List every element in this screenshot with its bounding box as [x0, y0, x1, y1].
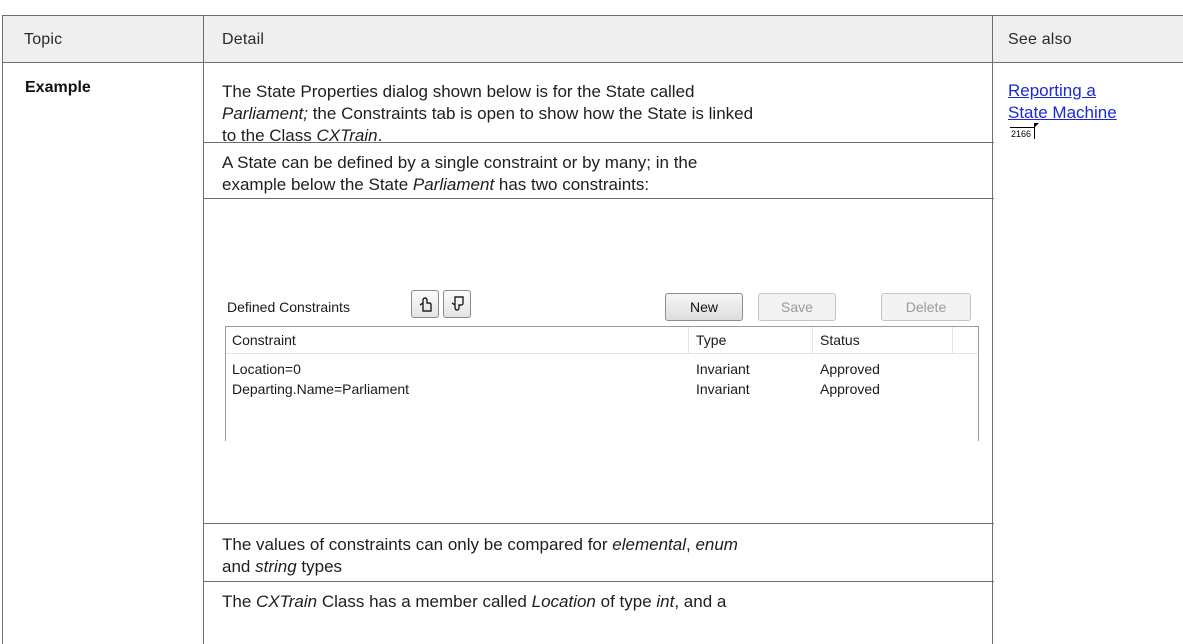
paragraph-separator — [204, 142, 994, 143]
constraints-list[interactable]: Constraint Type Status Location=0 Invari… — [225, 326, 979, 441]
list-header: Constraint Type Status — [226, 327, 978, 354]
paragraph-separator — [204, 523, 994, 524]
topic-label: Example — [25, 79, 91, 96]
column-status[interactable]: Status — [820, 332, 860, 348]
constraint-type: Invariant — [696, 381, 750, 397]
header-detail: Detail — [222, 31, 265, 48]
detail-paragraph-2: A State can be defined by a single const… — [222, 153, 698, 194]
hand-up-icon[interactable] — [411, 290, 439, 318]
see-also-link[interactable]: Reporting a State Machine — [1008, 81, 1117, 122]
table-header-row: Topic Detail See also — [3, 16, 1183, 63]
constraint-status: Approved — [820, 361, 880, 377]
page-reference[interactable]: 2166 — [1010, 123, 1040, 139]
constraints-screenshot: Defined Constraints New Save Delete Cons… — [215, 279, 981, 441]
save-button[interactable]: Save — [758, 293, 836, 321]
delete-button[interactable]: Delete — [881, 293, 971, 321]
detail-paragraph-1: The State Properties dialog shown below … — [222, 82, 754, 145]
new-button[interactable]: New — [665, 293, 743, 321]
column-divider — [203, 16, 204, 644]
detail-paragraph-4: The CXTrain Class has a member called Lo… — [222, 592, 727, 611]
header-topic: Topic — [24, 31, 63, 48]
constraint-name: Location=0 — [232, 361, 301, 377]
paragraph-separator — [204, 581, 994, 582]
header-see-also: See also — [1008, 31, 1072, 48]
constraint-type: Invariant — [696, 361, 750, 377]
column-type[interactable]: Type — [696, 332, 726, 348]
constraint-status: Approved — [820, 381, 880, 397]
document-table: Topic Detail See also Example Reporting … — [2, 15, 1183, 644]
see-also-cell: Reporting a State Machine 2166 — [993, 63, 1183, 643]
paragraph-separator — [204, 198, 994, 199]
column-constraint[interactable]: Constraint — [232, 332, 296, 348]
topic-cell: Example — [3, 63, 203, 643]
hand-down-icon[interactable] — [443, 290, 471, 318]
see-also-link-wrap: Reporting a State Machine — [1008, 80, 1178, 124]
detail-paragraph-3: The values of constraints can only be co… — [222, 535, 738, 576]
constraint-name: Departing.Name=Parliament — [232, 381, 410, 397]
defined-constraints-label: Defined Constraints — [227, 299, 350, 315]
